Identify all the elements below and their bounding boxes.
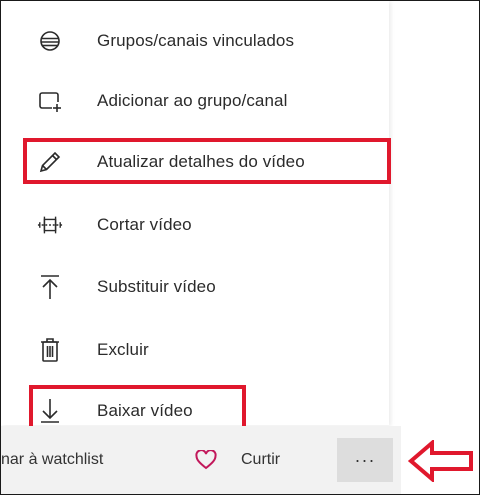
linked-groups-icon <box>37 28 63 54</box>
add-to-group-icon <box>37 88 63 114</box>
like-label: Curtir <box>241 451 281 468</box>
like-button[interactable]: Curtir <box>189 440 309 480</box>
pencil-icon <box>37 149 63 175</box>
menu-item-trim-video[interactable]: Cortar vídeo <box>1 197 389 253</box>
upload-icon <box>37 274 63 300</box>
menu-item-delete[interactable]: Excluir <box>1 322 389 378</box>
menu-item-label: Grupos/canais vinculados <box>97 31 295 50</box>
heart-icon <box>195 449 217 470</box>
ellipsis-icon: ··· <box>354 449 376 470</box>
menu-item-label: Cortar vídeo <box>97 215 192 234</box>
menu-item-replace-video[interactable]: Substituir vídeo <box>1 259 389 315</box>
red-arrow-pointer-icon <box>408 440 473 482</box>
menu-item-label: Adicionar ao grupo/canal <box>97 91 288 110</box>
video-options-menu: Grupos/canais vinculados Adicionar ao gr… <box>1 1 389 425</box>
menu-item-label: Excluir <box>97 340 149 359</box>
trim-icon <box>37 212 63 238</box>
video-action-bar: nar à watchlist Curtir ··· <box>1 426 401 494</box>
more-options-button[interactable]: ··· <box>337 438 393 482</box>
menu-item-label: Baixar vídeo <box>97 401 193 420</box>
menu-item-label: Substituir vídeo <box>97 277 216 296</box>
download-icon <box>37 398 63 424</box>
menu-item-update-details[interactable]: Atualizar detalhes do vídeo <box>1 134 389 190</box>
menu-item-label: Atualizar detalhes do vídeo <box>97 152 305 171</box>
trash-icon <box>37 337 63 363</box>
menu-item-add-to-group[interactable]: Adicionar ao grupo/canal <box>1 73 389 129</box>
add-to-watchlist-button[interactable]: nar à watchlist <box>1 451 103 469</box>
menu-item-linked-groups[interactable]: Grupos/canais vinculados <box>1 13 389 69</box>
